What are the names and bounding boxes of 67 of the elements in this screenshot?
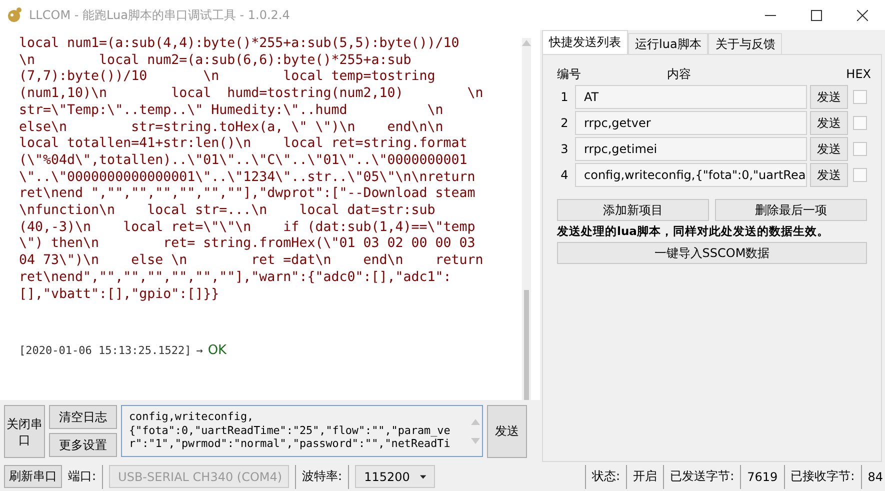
arrow-glyph: → xyxy=(196,344,203,358)
log-line: \") then\n ret= string.fromHex(\"01 03 02 00 00 03 xyxy=(19,236,476,254)
hex-checkbox[interactable] xyxy=(853,116,867,130)
log-line: str=\"Temp:\"..temp..\" Humedity:\"..humd \n xyxy=(19,102,444,120)
send-button[interactable]: 发送 xyxy=(810,163,848,187)
input-field[interactable]: config,writeconfig,{"fota":0,"uartRea xyxy=(575,163,807,187)
refresh-port-button[interactable]: 刷新串口 xyxy=(4,465,62,488)
result-text: OK xyxy=(208,343,227,358)
log-line: 04 73\")\n else \n ret =dat\n end\n return xyxy=(19,253,484,270)
log-line: \nfunction\n local str=...\n local dat=str:sub xyxy=(19,203,436,220)
close-icon[interactable] xyxy=(857,10,868,20)
row-number: 1 xyxy=(560,90,570,104)
input-field[interactable]: rrpc,getimei xyxy=(575,137,807,161)
log-line: (\"%04d\",totallen)..\"01\"..\"C\"..\"01\"..\"0000000001 xyxy=(19,152,468,170)
row-number: 3 xyxy=(560,142,570,156)
tab[interactable]: 快捷发送列表 xyxy=(542,30,628,54)
close-port-button[interactable]: 关闭串口 xyxy=(4,405,45,458)
maximize-icon[interactable] xyxy=(811,10,822,20)
scrollbar[interactable] xyxy=(522,38,531,400)
column-header: HEX xyxy=(846,67,871,81)
log-line: (40,-3)\n local ret=\"\"\n if (dat:sub(1,4)==\"temp xyxy=(19,220,476,236)
import-button[interactable]: 一键导入SSCOM数据 xyxy=(557,242,867,264)
more-settings-button[interactable]: 更多设置 xyxy=(49,433,117,457)
add-item-button[interactable]: 添加新项目 xyxy=(557,199,709,221)
baud-label: 波特率: xyxy=(302,468,342,485)
scrollbar-thumb[interactable] xyxy=(524,290,529,400)
log-line: [],"vbatt":[],"gpio":[]}} xyxy=(19,286,220,304)
input-field[interactable]: AT xyxy=(575,85,807,109)
log-line: (num1,10)\n local humd=tostring(num2,10) \n xyxy=(19,86,484,103)
hex-checkbox[interactable] xyxy=(853,142,867,156)
send-button[interactable]: 发送 xyxy=(810,111,848,135)
log-line: local totallen=41+str:len()\n local ret=string.format xyxy=(19,136,468,153)
port-label: 端口: xyxy=(68,468,96,485)
hex-checkbox[interactable] xyxy=(853,90,867,104)
clear-log-button[interactable]: 清空日志 xyxy=(49,405,117,429)
send-button[interactable]: 发送 xyxy=(487,405,527,458)
scroll-up-icon[interactable] xyxy=(522,40,531,46)
log-line: ret\nend ","","","","","",""],"dwprot":["--Download steam xyxy=(19,186,476,204)
log-line: ret\nend","","","","","",""],"warn":{"adc0":[],"adc1": xyxy=(19,270,452,287)
received-bytes-value: 84 xyxy=(868,470,884,484)
app-icon xyxy=(7,7,23,23)
delete-last-button[interactable]: 删除最后一项 xyxy=(715,199,867,221)
send-button[interactable]: 发送 xyxy=(810,137,848,161)
status-label: 状态: xyxy=(592,468,620,485)
log-line: \"..\"0000000000000001\"..\"1234\"..str..\"05\"\n\nreturn xyxy=(19,170,476,186)
log-line: else\n str=string.toHex(a, \" \")\n end\n\n xyxy=(19,120,444,136)
status-value: 开启 xyxy=(633,468,658,485)
tab[interactable]: 关于与反馈 xyxy=(708,33,782,54)
received-bytes-label: 已接收字节: xyxy=(790,468,855,485)
tab[interactable]: 运行lua脚本 xyxy=(628,33,708,54)
log-line: \n local num2=(a:sub(6,6):byte()*255+a:sub xyxy=(19,52,412,70)
log-line: (7,7):byte())/10 \n local temp=tostring xyxy=(19,69,436,86)
timestamp: [2020-01-06 15:13:25.1522] xyxy=(19,344,192,358)
row-number: 2 xyxy=(560,116,570,130)
caret-icon xyxy=(420,474,426,478)
baud-dropdown[interactable]: 115200 xyxy=(355,465,436,488)
sent-bytes-label: 已发送字节: xyxy=(670,468,734,485)
column-header: 内容 xyxy=(667,66,692,82)
column-header: 编号 xyxy=(557,66,582,82)
window-title: LLCOM - 能跑Lua脚本的串口调试工具 - 1.0.2.4 xyxy=(29,6,290,24)
sent-bytes-value: 7619 xyxy=(747,470,778,484)
note-text: 发送处理的lua脚本，同样对此处发送的数据生效。 xyxy=(557,224,830,239)
hex-checkbox[interactable] xyxy=(853,168,867,182)
send-button[interactable]: 发送 xyxy=(810,85,848,109)
input-field[interactable]: rrpc,getver xyxy=(575,111,807,135)
row-number: 4 xyxy=(560,168,570,182)
log-line: local num1=(a:sub(4,4):byte()*255+a:sub(5,5):byte())/10 xyxy=(19,36,460,53)
